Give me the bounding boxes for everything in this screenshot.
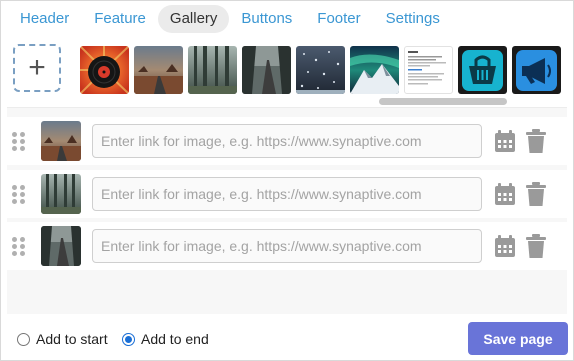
tab-footer[interactable]: Footer — [304, 5, 373, 33]
image-link-input[interactable] — [92, 177, 482, 211]
gallery-item-row — [7, 170, 567, 218]
gallery-item-row — [7, 222, 567, 270]
tab-settings[interactable]: Settings — [373, 5, 453, 33]
calendar-icon[interactable] — [494, 129, 516, 153]
trash-icon[interactable] — [525, 233, 547, 259]
drag-handle-icon[interactable] — [12, 237, 26, 257]
tab-buttons[interactable]: Buttons — [228, 5, 305, 33]
save-page-button[interactable]: Save page — [468, 322, 568, 355]
tab-bar: Header Feature Gallery Buttons Footer Se… — [7, 5, 452, 33]
trash-icon[interactable] — [525, 128, 547, 154]
scrollbar-thumb[interactable] — [379, 98, 507, 105]
tab-gallery[interactable]: Gallery — [157, 5, 230, 33]
gallery-item-row — [7, 117, 567, 165]
mountain-aurora-thumbnail[interactable] — [350, 46, 399, 94]
megaphone-icon-thumbnail[interactable] — [512, 46, 561, 94]
plus-icon: + — [28, 51, 46, 84]
forest-road-thumbnail[interactable] — [242, 46, 291, 94]
add-to-start-label: Add to start — [36, 331, 108, 347]
shopping-basket-icon-thumbnail[interactable] — [458, 46, 507, 94]
add-to-end-radio[interactable] — [122, 332, 135, 346]
image-library-strip: + — [1, 39, 573, 107]
trash-icon[interactable] — [525, 181, 547, 207]
add-image-button[interactable]: + — [13, 44, 61, 92]
tab-feature[interactable]: Feature — [81, 5, 159, 33]
add-to-start-option[interactable]: Add to start — [17, 331, 108, 347]
misty-forest-thumbnail[interactable] — [188, 46, 237, 94]
snowy-night-thumbnail[interactable] — [296, 46, 345, 94]
drag-handle-icon[interactable] — [12, 185, 26, 205]
add-to-end-option[interactable]: Add to end — [122, 331, 209, 347]
add-to-start-radio[interactable] — [17, 332, 30, 346]
image-link-input[interactable] — [92, 229, 482, 263]
document-page-thumbnail[interactable] — [404, 46, 453, 94]
desert-road-image — [41, 121, 81, 161]
misty-forest-image — [41, 174, 81, 214]
thumbnail-list — [80, 46, 566, 94]
drag-handle-icon[interactable] — [12, 132, 26, 152]
vinyl-record-thumbnail[interactable] — [80, 46, 129, 94]
calendar-icon[interactable] — [494, 234, 516, 258]
tab-header[interactable]: Header — [7, 5, 82, 33]
desert-road-thumbnail[interactable] — [134, 46, 183, 94]
image-link-input[interactable] — [92, 124, 482, 158]
gallery-editor: Header Feature Gallery Buttons Footer Se… — [0, 0, 574, 361]
thumbnail-scrollbar[interactable] — [80, 98, 566, 106]
add-to-end-label: Add to end — [141, 331, 209, 347]
forest-road-image — [41, 226, 81, 266]
calendar-icon[interactable] — [494, 182, 516, 206]
gallery-items-list — [7, 107, 567, 314]
